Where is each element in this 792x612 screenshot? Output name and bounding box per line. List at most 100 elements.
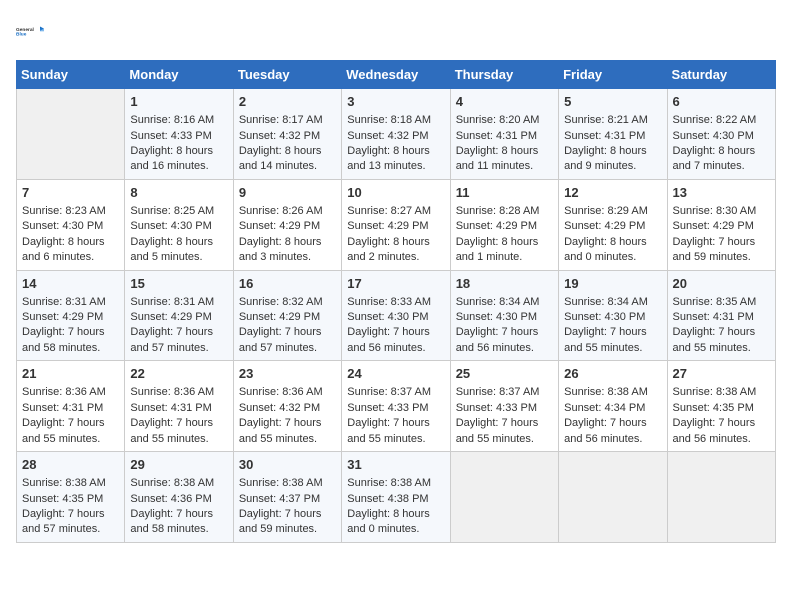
day-info: Sunrise: 8:38 AM Sunset: 4:35 PM Dayligh… [22,477,106,535]
day-info: Sunrise: 8:37 AM Sunset: 4:33 PM Dayligh… [456,386,540,444]
calendar-cell: 18 Sunrise: 8:34 AM Sunset: 4:30 PM Dayli… [450,270,558,361]
calendar-cell: 20Sunrise: 8:35 AM Sunset: 4:31 PM Dayli… [667,270,775,361]
calendar-week-3: 14 Sunrise: 8:31 AM Sunset: 4:29 PM Dayli… [17,270,776,361]
day-info: Sunrise: 8:34 AM Sunset: 4:30 PM Dayligh… [456,296,540,354]
day-info: Sunrise: 8:32 AM Sunset: 4:29 PM Dayligh… [239,296,323,354]
calendar-cell: 23 Sunrise: 8:36 AM Sunset: 4:32 PM Dayli… [233,361,341,452]
day-number: 6 [673,93,770,111]
calendar-cell: 24Sunrise: 8:37 AM Sunset: 4:33 PM Dayli… [342,361,450,452]
day-info: Sunrise: 8:31 AM Sunset: 4:29 PM Dayligh… [130,296,214,354]
calendar-cell: 29 Sunrise: 8:38 AM Sunset: 4:36 PM Dayli… [125,452,233,543]
calendar-cell: 8 Sunrise: 8:25 AM Sunset: 4:30 PM Daylig… [125,179,233,270]
calendar-cell: 4 Sunrise: 8:20 AM Sunset: 4:31 PM Daylig… [450,89,558,180]
calendar-cell: 21 Sunrise: 8:36 AM Sunset: 4:31 PM Dayli… [17,361,125,452]
svg-text:Blue: Blue [16,32,27,38]
calendar-cell [667,452,775,543]
calendar-cell: 3Sunrise: 8:18 AM Sunset: 4:32 PM Daylig… [342,89,450,180]
logo-icon: GeneralBlue [16,16,48,48]
day-number: 12 [564,184,661,202]
calendar-cell: 31 Sunrise: 8:38 AM Sunset: 4:38 PM Dayli… [342,452,450,543]
day-info: Sunrise: 8:18 AM Sunset: 4:32 PM Dayligh… [347,114,431,172]
day-info: Sunrise: 8:20 AM Sunset: 4:31 PM Dayligh… [456,114,540,172]
day-info: Sunrise: 8:27 AM Sunset: 4:29 PM Dayligh… [347,205,431,263]
day-number: 9 [239,184,336,202]
day-info: Sunrise: 8:22 AM Sunset: 4:30 PM Dayligh… [673,114,757,172]
day-info: Sunrise: 8:38 AM Sunset: 4:34 PM Dayligh… [564,386,648,444]
day-number: 5 [564,93,661,111]
header-day-wednesday: Wednesday [342,61,450,89]
calendar-cell: 19 Sunrise: 8:34 AM Sunset: 4:30 PM Dayli… [559,270,667,361]
day-number: 8 [130,184,227,202]
day-info: Sunrise: 8:23 AM Sunset: 4:30 PM Dayligh… [22,205,106,263]
page-header: GeneralBlue [16,16,776,48]
day-number: 13 [673,184,770,202]
day-number: 7 [22,184,119,202]
day-info: Sunrise: 8:29 AM Sunset: 4:29 PM Dayligh… [564,205,648,263]
day-number: 1 [130,93,227,111]
header-day-saturday: Saturday [667,61,775,89]
day-number: 28 [22,456,119,474]
day-info: Sunrise: 8:36 AM Sunset: 4:31 PM Dayligh… [130,386,214,444]
day-info: Sunrise: 8:17 AM Sunset: 4:32 PM Dayligh… [239,114,323,172]
day-info: Sunrise: 8:30 AM Sunset: 4:29 PM Dayligh… [673,205,757,263]
day-number: 10 [347,184,444,202]
calendar-body: 1 Sunrise: 8:16 AM Sunset: 4:33 PM Daylig… [17,89,776,543]
day-number: 2 [239,93,336,111]
calendar-cell: 30 Sunrise: 8:38 AM Sunset: 4:37 PM Dayli… [233,452,341,543]
calendar-cell: 25Sunrise: 8:37 AM Sunset: 4:33 PM Dayli… [450,361,558,452]
day-number: 17 [347,275,444,293]
day-info: Sunrise: 8:38 AM Sunset: 4:36 PM Dayligh… [130,477,214,535]
day-number: 21 [22,365,119,383]
day-number: 18 [456,275,553,293]
day-info: Sunrise: 8:38 AM Sunset: 4:37 PM Dayligh… [239,477,323,535]
day-info: Sunrise: 8:34 AM Sunset: 4:30 PM Dayligh… [564,296,648,354]
calendar-cell [559,452,667,543]
calendar-cell: 17Sunrise: 8:33 AM Sunset: 4:30 PM Dayli… [342,270,450,361]
day-number: 31 [347,456,444,474]
day-info: Sunrise: 8:36 AM Sunset: 4:31 PM Dayligh… [22,386,106,444]
day-number: 11 [456,184,553,202]
calendar-cell: 22 Sunrise: 8:36 AM Sunset: 4:31 PM Dayli… [125,361,233,452]
calendar-week-1: 1 Sunrise: 8:16 AM Sunset: 4:33 PM Daylig… [17,89,776,180]
day-number: 24 [347,365,444,383]
calendar-cell: 26Sunrise: 8:38 AM Sunset: 4:34 PM Dayli… [559,361,667,452]
calendar-cell: 16 Sunrise: 8:32 AM Sunset: 4:29 PM Dayli… [233,270,341,361]
calendar-header: SundayMondayTuesdayWednesdayThursdayFrid… [17,61,776,89]
calendar-cell: 5Sunrise: 8:21 AM Sunset: 4:31 PM Daylig… [559,89,667,180]
day-number: 14 [22,275,119,293]
day-info: Sunrise: 8:28 AM Sunset: 4:29 PM Dayligh… [456,205,540,263]
day-info: Sunrise: 8:31 AM Sunset: 4:29 PM Dayligh… [22,296,106,354]
header-day-friday: Friday [559,61,667,89]
calendar-week-5: 28 Sunrise: 8:38 AM Sunset: 4:35 PM Dayli… [17,452,776,543]
calendar-cell: 6 Sunrise: 8:22 AM Sunset: 4:30 PM Daylig… [667,89,775,180]
day-number: 19 [564,275,661,293]
day-number: 23 [239,365,336,383]
day-number: 27 [673,365,770,383]
day-number: 15 [130,275,227,293]
day-info: Sunrise: 8:26 AM Sunset: 4:29 PM Dayligh… [239,205,323,263]
calendar-cell: 28 Sunrise: 8:38 AM Sunset: 4:35 PM Dayli… [17,452,125,543]
header-day-tuesday: Tuesday [233,61,341,89]
day-number: 16 [239,275,336,293]
calendar-cell: 27Sunrise: 8:38 AM Sunset: 4:35 PM Dayli… [667,361,775,452]
day-number: 29 [130,456,227,474]
day-info: Sunrise: 8:16 AM Sunset: 4:33 PM Dayligh… [130,114,214,172]
calendar-week-2: 7 Sunrise: 8:23 AM Sunset: 4:30 PM Daylig… [17,179,776,270]
calendar-table: SundayMondayTuesdayWednesdayThursdayFrid… [16,60,776,543]
calendar-cell: 14 Sunrise: 8:31 AM Sunset: 4:29 PM Dayli… [17,270,125,361]
calendar-cell: 9 Sunrise: 8:26 AM Sunset: 4:29 PM Daylig… [233,179,341,270]
calendar-cell: 2 Sunrise: 8:17 AM Sunset: 4:32 PM Daylig… [233,89,341,180]
calendar-cell: 7 Sunrise: 8:23 AM Sunset: 4:30 PM Daylig… [17,179,125,270]
day-number: 22 [130,365,227,383]
day-number: 20 [673,275,770,293]
day-number: 4 [456,93,553,111]
day-info: Sunrise: 8:36 AM Sunset: 4:32 PM Dayligh… [239,386,323,444]
svg-text:General: General [16,27,34,33]
day-info: Sunrise: 8:38 AM Sunset: 4:38 PM Dayligh… [347,477,431,535]
day-info: Sunrise: 8:25 AM Sunset: 4:30 PM Dayligh… [130,205,214,263]
calendar-cell: 15 Sunrise: 8:31 AM Sunset: 4:29 PM Dayli… [125,270,233,361]
calendar-cell [450,452,558,543]
calendar-cell: 1 Sunrise: 8:16 AM Sunset: 4:33 PM Daylig… [125,89,233,180]
day-number: 30 [239,456,336,474]
calendar-cell [17,89,125,180]
